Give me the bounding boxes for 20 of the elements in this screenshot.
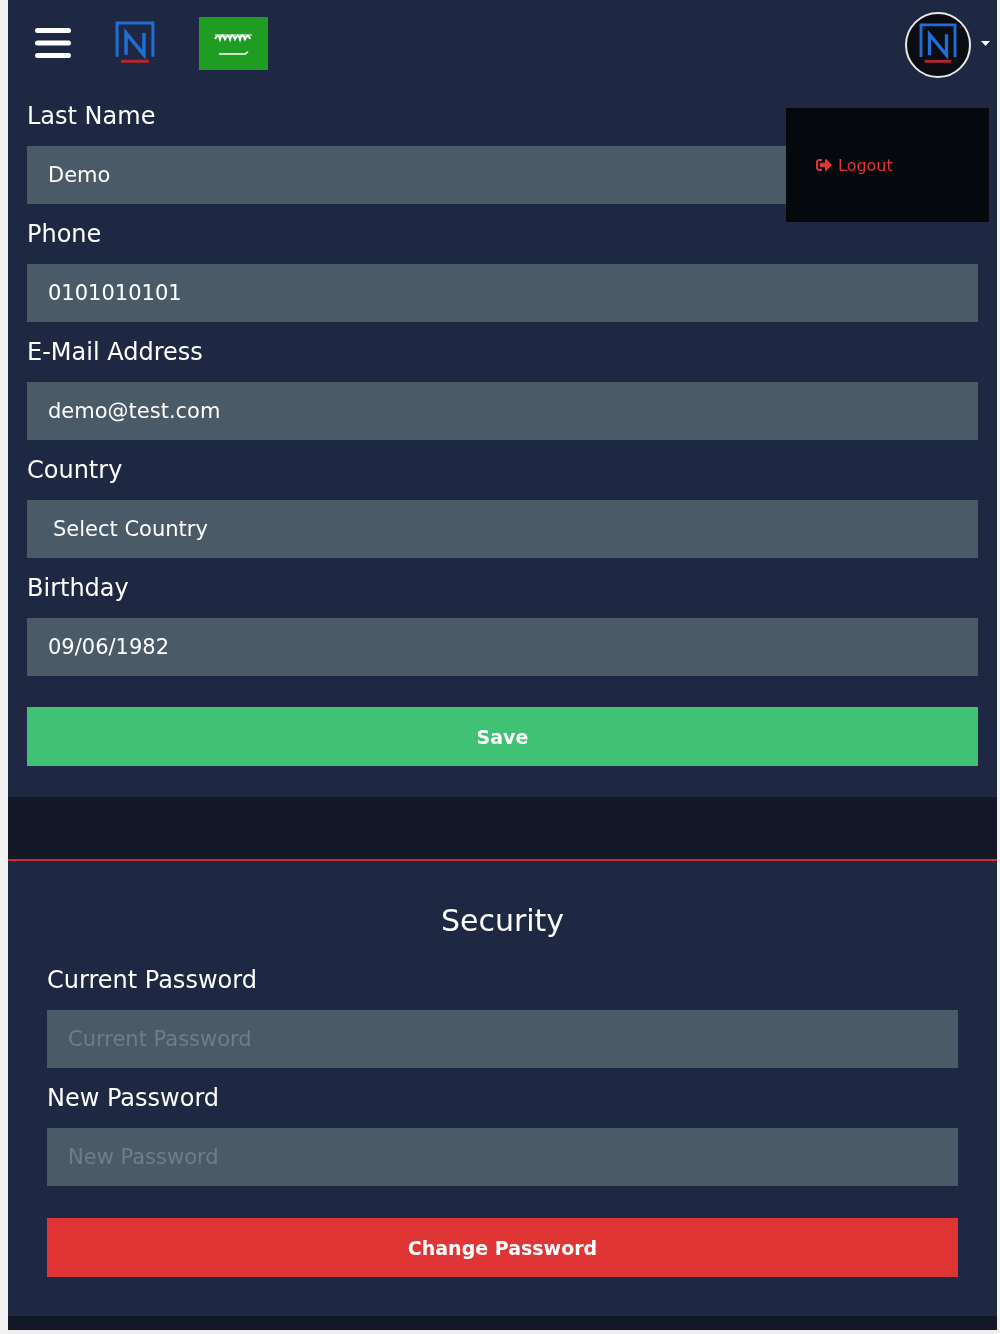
field-label: New Password bbox=[47, 1083, 220, 1114]
input-field[interactable]: 0101010101 bbox=[27, 264, 978, 322]
field-label: Last Name bbox=[27, 101, 156, 132]
section-title: Security bbox=[440, 902, 565, 940]
input-field[interactable]: 09/06/1982 bbox=[27, 618, 978, 676]
country-select[interactable]: Select Country bbox=[27, 500, 978, 558]
field-label: Current Password bbox=[47, 965, 257, 996]
logout-link[interactable]: Logout bbox=[816, 155, 893, 175]
flag-icon[interactable] bbox=[199, 16, 268, 70]
avatar-logo-icon bbox=[919, 23, 957, 66]
menu-icon[interactable] bbox=[35, 27, 71, 59]
field-label: Country bbox=[27, 455, 123, 486]
field-label: Phone bbox=[27, 219, 102, 250]
logout-icon bbox=[816, 157, 832, 173]
logo-icon bbox=[115, 20, 155, 66]
field-label: E-Mail Address bbox=[27, 337, 203, 368]
field-label: Birthday bbox=[27, 573, 129, 604]
change-password-button[interactable]: Change Password bbox=[47, 1218, 958, 1277]
input-field[interactable]: demo@test.com bbox=[27, 382, 978, 440]
caret-icon[interactable] bbox=[981, 40, 990, 46]
